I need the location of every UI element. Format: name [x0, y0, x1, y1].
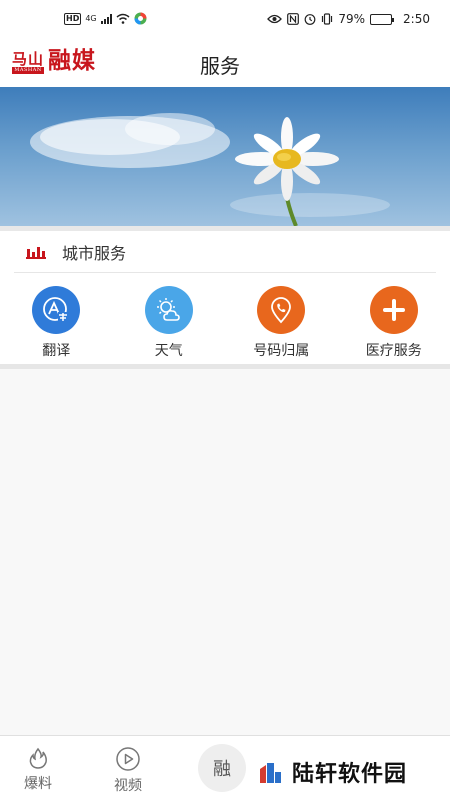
service-translate[interactable]: 翻译 — [0, 286, 113, 360]
video-play-icon — [116, 747, 140, 771]
section-title: 城市服务 — [62, 243, 127, 263]
eye-icon — [267, 14, 283, 24]
page-title: 服务 — [200, 54, 240, 78]
watermark-text: 陆轩软件园 — [292, 762, 408, 787]
app-notification-icon — [134, 12, 147, 25]
vibrate-icon — [322, 13, 333, 25]
app-logo: 马山 MASHAN 融媒 — [12, 48, 96, 74]
service-label: 翻译 — [42, 343, 71, 359]
banner-illustration — [30, 113, 390, 226]
service-label: 医疗服务 — [365, 343, 422, 359]
city-skyline-icon — [26, 246, 46, 259]
service-medical[interactable]: 医疗服务 — [338, 286, 450, 360]
clock: 2:50 — [403, 12, 430, 26]
status-right: 79% 2:50 — [267, 12, 430, 26]
battery-percent: 79% — [338, 12, 366, 26]
logo-small: 马山 MASHAN — [12, 51, 44, 74]
nav-label: 爆料 — [24, 776, 52, 792]
nav-item-video[interactable]: 视频 — [114, 746, 142, 795]
wifi-icon — [116, 13, 130, 24]
logo-sub-text: MASHAN — [12, 67, 44, 74]
status-left: HD 4G — [64, 12, 147, 25]
bottom-nav: 爆料 视频 融 陆轩软件园 — [0, 735, 450, 800]
phone-location-icon — [257, 286, 306, 334]
nav-center-button[interactable]: 融 — [198, 744, 246, 792]
empty-content-area — [0, 369, 450, 735]
nav-item-report[interactable]: 爆料 — [24, 746, 52, 793]
service-phone-location[interactable]: 号码归属 — [225, 286, 338, 360]
city-services-header: 城市服务 — [14, 231, 436, 273]
weather-icon — [144, 286, 193, 334]
service-weather[interactable]: 天气 — [113, 286, 226, 360]
nav-label: 视频 — [114, 778, 142, 794]
service-label: 号码归属 — [253, 343, 310, 359]
translate-icon — [32, 286, 81, 334]
battery-icon — [370, 13, 395, 25]
watermark-logo-icon — [260, 763, 281, 783]
app-header: 马山 MASHAN 融媒 服务 — [0, 40, 450, 87]
nfc-icon — [287, 13, 300, 25]
services-grid: 翻译 天气 号码归属 医疗服务 — [0, 286, 450, 360]
logo-small-text: 马山 — [12, 50, 45, 68]
banner-image[interactable] — [0, 87, 450, 226]
center-button-label: 融 — [213, 759, 231, 780]
logo-big-text: 融媒 — [48, 47, 97, 74]
report-icon — [29, 747, 47, 769]
hd-badge: HD — [64, 12, 82, 25]
medical-plus-icon — [369, 286, 418, 334]
service-label: 天气 — [154, 343, 183, 359]
status-bar: HD 4G 79% 2:50 — [0, 0, 450, 40]
city-services-card: 城市服务 翻译 天气 号码归属 医疗服务 — [0, 231, 450, 364]
watermark: 陆轩软件园 — [258, 756, 407, 788]
alarm-icon — [304, 14, 316, 25]
signal-icon — [100, 13, 112, 24]
network-type: 4G — [85, 14, 97, 23]
